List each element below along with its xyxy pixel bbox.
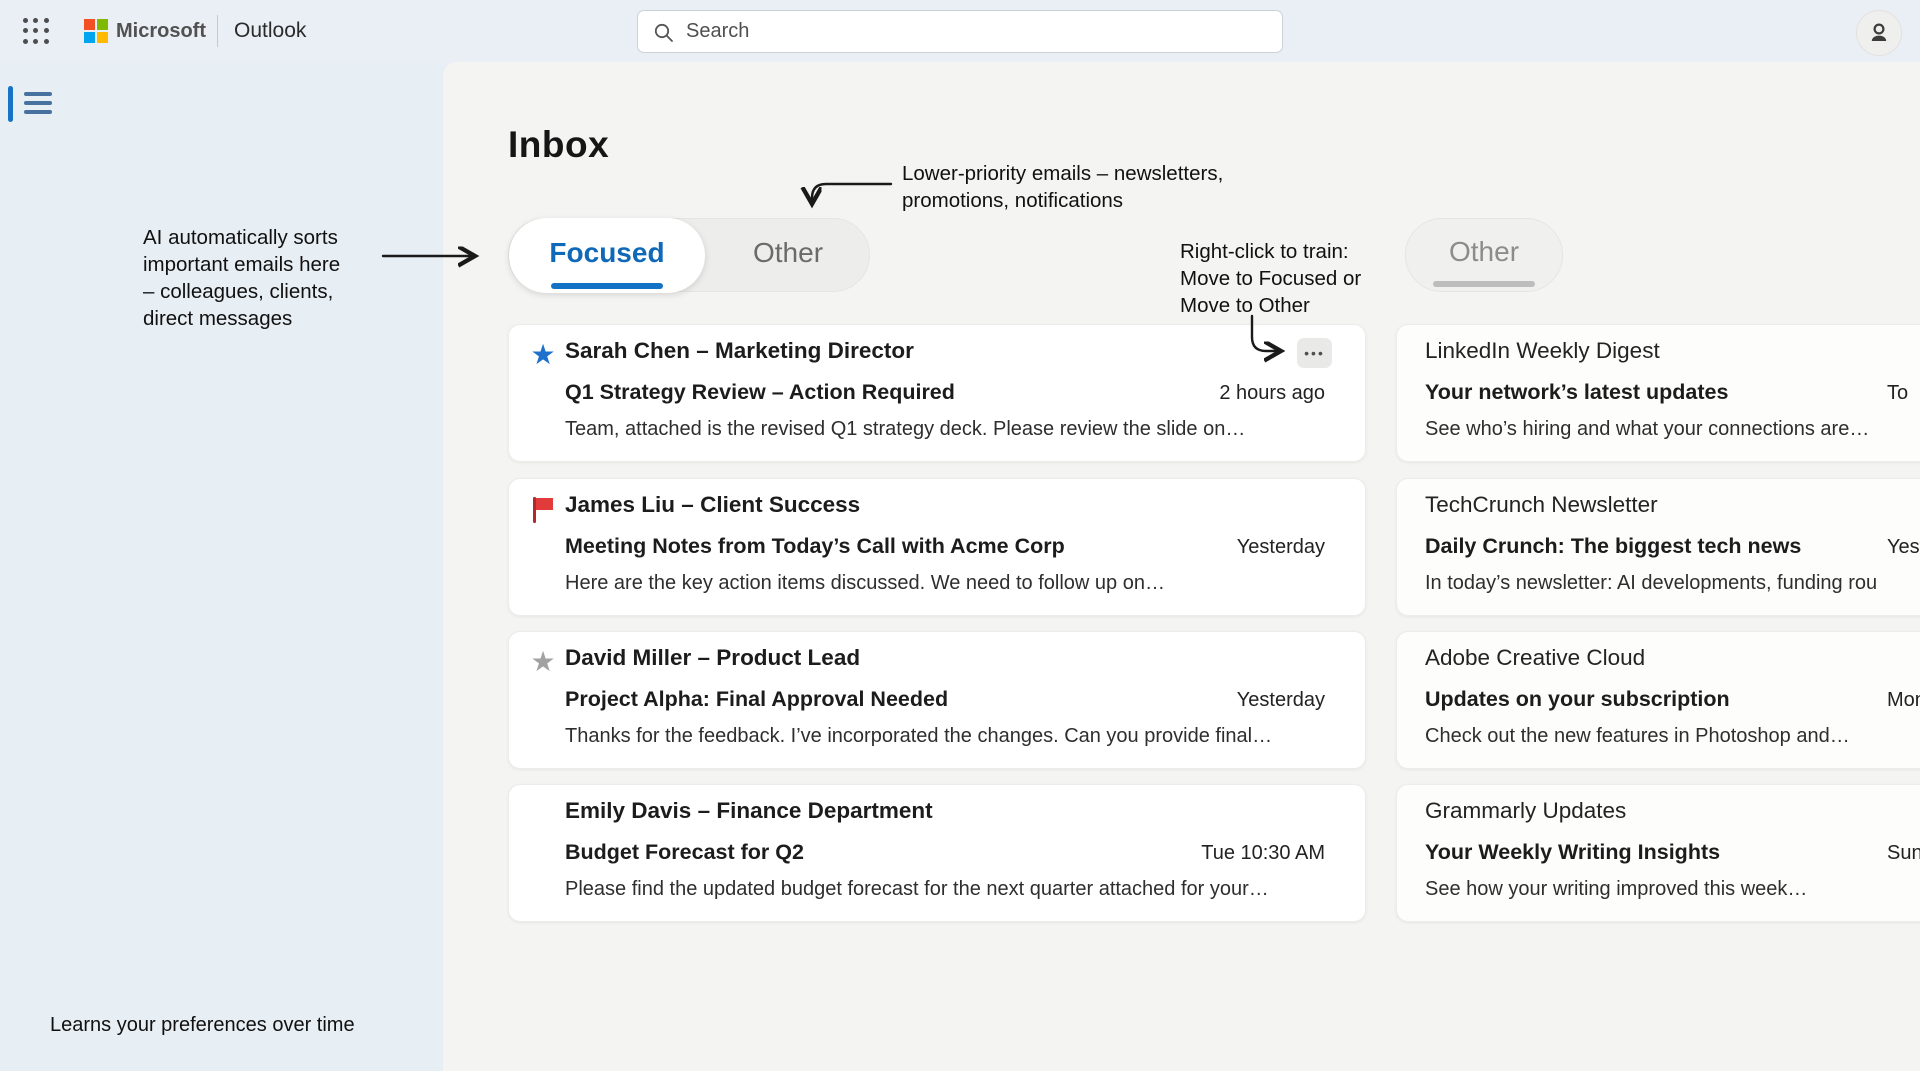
email-subject: Project Alpha: Final Approval Needed xyxy=(565,687,948,712)
profile-button[interactable] xyxy=(1856,10,1902,56)
email-time: To xyxy=(1887,382,1908,405)
email-sender: David Miller – Product Lead xyxy=(565,645,860,671)
star-blue-icon[interactable]: ★ xyxy=(527,339,559,371)
annotation-other-note: Lower-priority emails – newsletters, pro… xyxy=(902,160,1322,214)
topbar-divider xyxy=(217,15,218,47)
sidebar: AI automatically sorts important emails … xyxy=(0,62,443,1071)
email-card-focused[interactable]: ★ David Miller – Product Lead Project Al… xyxy=(508,631,1366,769)
annotation-line: Lower-priority emails – newsletters, xyxy=(902,160,1322,187)
annotation-line: Move to Other xyxy=(1180,292,1410,319)
other-tab-underline xyxy=(1433,281,1535,287)
email-card-focused[interactable]: ★ Sarah Chen – Marketing Director ••• Q1… xyxy=(508,324,1366,462)
email-subject: Your network’s latest updates xyxy=(1425,380,1728,405)
tab-other-column-label: Other xyxy=(1449,236,1519,268)
email-sender: TechCrunch Newsletter xyxy=(1425,492,1658,518)
email-preview: Thanks for the feedback. I’ve incorporat… xyxy=(565,725,1272,748)
hamburger-menu-icon[interactable] xyxy=(24,92,52,114)
focused-tab-underline xyxy=(551,283,663,289)
email-time: 2 hours ago xyxy=(1219,382,1325,405)
email-sender: James Liu – Client Success xyxy=(565,492,860,518)
annotation-line: direct messages xyxy=(143,305,393,332)
tab-other-label: Other xyxy=(753,237,823,269)
annotation-line: promotions, notifications xyxy=(902,187,1322,214)
email-preview: Check out the new features in Photoshop … xyxy=(1425,725,1850,748)
microsoft-wordmark: Microsoft xyxy=(116,20,206,43)
email-card-focused[interactable]: Emily Davis – Finance Department Budget … xyxy=(508,784,1366,922)
email-card-other[interactable]: TechCrunch Newsletter Daily Crunch: The … xyxy=(1396,478,1920,616)
email-card-other[interactable]: Grammarly Updates Your Weekly Writing In… xyxy=(1396,784,1920,922)
email-time: Sun xyxy=(1887,842,1920,865)
person-icon xyxy=(1866,20,1892,46)
email-subject: Meeting Notes from Today’s Call with Acm… xyxy=(565,534,1065,559)
star-gray-icon[interactable]: ★ xyxy=(527,646,559,678)
email-subject: Updates on your subscription xyxy=(1425,687,1730,712)
email-sender: Sarah Chen – Marketing Director xyxy=(565,338,914,364)
email-time: Yest xyxy=(1887,536,1920,559)
more-options-button[interactable]: ••• xyxy=(1297,338,1332,368)
flag-red-icon[interactable] xyxy=(527,493,559,532)
annotation-focused-note: AI automatically sorts important emails … xyxy=(143,224,393,332)
tab-focused[interactable]: Focused xyxy=(509,218,705,293)
email-sender: Grammarly Updates xyxy=(1425,798,1626,824)
email-time: Yesterday xyxy=(1237,689,1325,712)
email-time: Mon xyxy=(1887,689,1920,712)
search-icon xyxy=(653,22,675,44)
nav-accent-bar xyxy=(8,86,13,122)
inbox-tab-switcher: Focused Other xyxy=(508,218,870,292)
email-preview: Here are the key action items discussed.… xyxy=(565,572,1165,595)
email-subject: Q1 Strategy Review – Action Required xyxy=(565,380,955,405)
email-preview: Team, attached is the revised Q1 strateg… xyxy=(565,418,1245,441)
annotation-line: – colleagues, clients, xyxy=(143,278,393,305)
more-options-icon: ••• xyxy=(1304,346,1325,360)
email-subject: Your Weekly Writing Insights xyxy=(1425,840,1720,865)
annotation-line: Right-click to train: xyxy=(1180,238,1410,265)
main-panel: Inbox Lower-priority emails – newsletter… xyxy=(443,62,1920,1071)
page-title: Inbox xyxy=(508,124,609,166)
email-sender: LinkedIn Weekly Digest xyxy=(1425,338,1660,364)
annotation-line: important emails here xyxy=(143,251,393,278)
tab-focused-label: Focused xyxy=(549,237,664,269)
annotation-line: AI automatically sorts xyxy=(143,224,393,251)
email-preview: Please find the updated budget forecast … xyxy=(565,878,1269,901)
annotation-line: Move to Focused or xyxy=(1180,265,1410,292)
top-bar: Microsoft Outlook xyxy=(0,0,1920,62)
tab-other[interactable]: Other xyxy=(705,219,871,293)
email-sender: Adobe Creative Cloud xyxy=(1425,645,1645,671)
annotation-learning-note: Learns your preferences over time xyxy=(50,1012,355,1039)
tab-other-column[interactable]: Other xyxy=(1405,218,1563,292)
email-subject: Budget Forecast for Q2 xyxy=(565,840,804,865)
microsoft-logo xyxy=(84,19,108,43)
app-launcher-icon[interactable] xyxy=(20,15,52,47)
email-card-other[interactable]: Adobe Creative Cloud Updates on your sub… xyxy=(1396,631,1920,769)
email-preview: See how your writing improved this week… xyxy=(1425,878,1807,901)
email-preview: See who’s hiring and what your connectio… xyxy=(1425,418,1869,441)
search-bar[interactable] xyxy=(637,10,1283,53)
email-subject: Daily Crunch: The biggest tech news xyxy=(1425,534,1801,559)
annotation-train-note: Right-click to train: Move to Focused or… xyxy=(1180,238,1410,319)
email-card-focused[interactable]: James Liu – Client Success Meeting Notes… xyxy=(508,478,1366,616)
email-time: Tue 10:30 AM xyxy=(1201,842,1325,865)
search-input[interactable] xyxy=(686,11,1266,52)
email-sender: Emily Davis – Finance Department xyxy=(565,798,933,824)
email-preview: In today’s newsletter: AI developments, … xyxy=(1425,572,1877,595)
email-card-other[interactable]: LinkedIn Weekly Digest Your network’s la… xyxy=(1396,324,1920,462)
app-title: Outlook xyxy=(234,19,306,43)
email-time: Yesterday xyxy=(1237,536,1325,559)
